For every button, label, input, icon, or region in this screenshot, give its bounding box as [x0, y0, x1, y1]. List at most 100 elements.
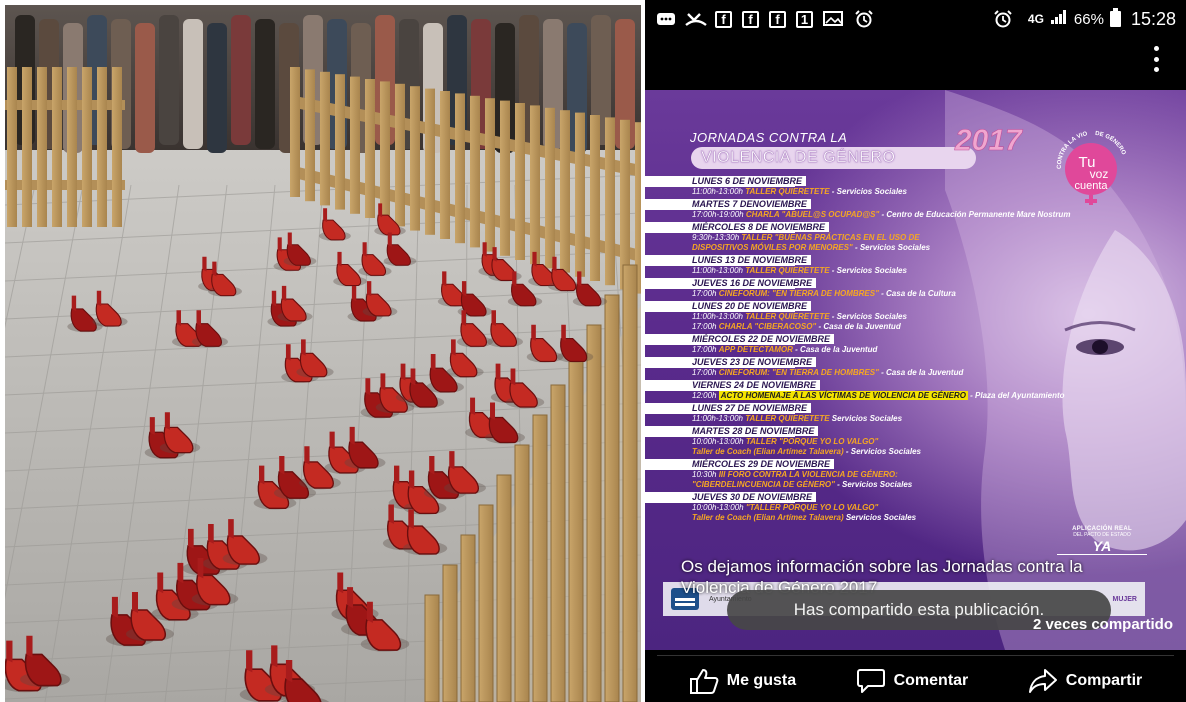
event-name: TALLER QUIERETETE	[745, 414, 830, 423]
fence-picket	[560, 110, 570, 273]
crowd-person	[255, 19, 275, 149]
event-date: MARTES 7 DENOVIEMBRE	[645, 199, 811, 210]
event-list: LUNES 6 DE NOVIEMBRE 11:00h-13:00h TALLER…	[645, 176, 1186, 525]
comment-button[interactable]: Comentar	[856, 668, 968, 694]
photo-red-shoes-installation	[5, 5, 641, 702]
event-date: MIÉRCOLES 22 DE NOVIEMBRE	[645, 334, 835, 345]
shoe-heel	[408, 470, 415, 490]
event-detail-line: 11:00h-13:00h TALLER QUIERETETE - Servic…	[645, 266, 1186, 276]
event-time: 10:00h-13:00h	[692, 437, 744, 446]
crowd-person	[159, 15, 179, 145]
event-date: LUNES 27 DE NOVIEMBRE	[645, 403, 812, 414]
shoe-heel	[188, 528, 194, 549]
event-place: - Servicios Sociales	[837, 480, 913, 489]
shoe-heel	[259, 465, 265, 485]
fence-picket	[568, 354, 584, 702]
share-arrow-icon	[1028, 668, 1058, 694]
event-name: CINEFORUM: "EN TIERRA DE HOMBRES"	[718, 368, 879, 377]
event-date-text: LUNES 13 DE NOVIEMBRE	[692, 255, 812, 265]
chat-icon	[655, 10, 677, 28]
event-name: "CIBERDELINCUENCIA DE GÉNERO"	[692, 480, 835, 489]
red-shoes-illustration	[5, 5, 641, 702]
event-date-text: MARTES 7 DENOVIEMBRE	[692, 199, 811, 209]
crowd-person	[207, 23, 227, 153]
fence-picket	[67, 67, 77, 227]
event-date: MIÉRCOLES 29 DE NOVIEMBRE	[645, 459, 835, 470]
fence-picket	[440, 91, 450, 239]
shoe-heel	[301, 339, 306, 356]
event-detail-line: Taller de Coach (Elian Artímez Talavera)…	[645, 513, 1186, 523]
event-item: JUEVES 16 DE NOVIEMBRE 17:00h CINEFORUM: …	[645, 278, 1186, 299]
shoe-heel	[482, 242, 487, 257]
event-name: CINEFORUM: "EN TIERRA DE HOMBRES"	[718, 289, 879, 298]
shoe-heel	[71, 295, 77, 312]
shoe-heel	[279, 455, 285, 475]
shoe-heel	[387, 232, 392, 247]
fence-picket	[460, 534, 476, 702]
facebook-icon: f	[715, 10, 732, 28]
fence-picket	[22, 67, 32, 227]
fence-picket	[545, 107, 555, 269]
event-date: JUEVES 23 DE NOVIEMBRE	[645, 357, 817, 368]
event-item: LUNES 27 DE NOVIEMBRE 11:00h-13:00h TALLE…	[645, 403, 1186, 424]
shoe-heel	[111, 596, 118, 618]
event-date: LUNES 6 DE NOVIEMBRE	[645, 176, 807, 187]
shoe-heel	[510, 368, 516, 386]
share-count[interactable]: 2 veces compartido	[1033, 616, 1173, 633]
fence-picket	[350, 76, 360, 214]
shoe-heel	[430, 353, 436, 371]
fence-picket	[515, 103, 525, 260]
event-item: MARTES 7 DENOVIEMBRE 17:00h-19:00h CHARLA…	[645, 199, 1186, 220]
crowd-person	[135, 23, 155, 153]
event-place: Servicios Sociales	[831, 414, 903, 423]
more-options-icon[interactable]	[1146, 46, 1166, 72]
fence-picket	[425, 88, 435, 235]
poster-year: 2017	[955, 124, 1022, 158]
event-place: - Casa de la Juventud	[818, 322, 901, 331]
shoe-heel	[26, 635, 33, 658]
like-label: Me gusta	[726, 672, 797, 689]
shoe-heel	[176, 310, 181, 326]
event-name: TALLER "PORQUE YO LO VALGO"	[745, 437, 879, 446]
event-date: LUNES 20 DE NOVIEMBRE	[645, 301, 812, 312]
shoe-heel	[337, 572, 344, 594]
fence-picket	[586, 324, 602, 702]
status-bar: f f f 1 4G 66% 15:28	[645, 0, 1186, 38]
event-detail-line: 12:00h ACTO HOMENAJE A LAS VÍCTIMAS DE V…	[645, 391, 1186, 401]
event-time: 17:00h	[692, 345, 717, 354]
thumbs-up-icon	[689, 668, 719, 694]
event-date: MARTES 28 DE NOVIEMBRE	[645, 426, 819, 437]
shoe-heel	[577, 271, 582, 287]
share-button[interactable]: Compartir	[1028, 668, 1142, 694]
fence-picket	[590, 115, 600, 281]
shoe-heel	[561, 324, 566, 341]
shoe-heel	[429, 455, 435, 475]
fence-picket	[470, 95, 480, 248]
fence-picket	[97, 67, 107, 227]
event-place: - Servicios Sociales	[854, 243, 931, 252]
event-time: 9:30h-13:30h	[692, 233, 740, 242]
event-item: JUEVES 30 DE NOVIEMBRE 10:00h-13:00h "TAL…	[645, 492, 1186, 523]
fence-picket	[335, 74, 345, 210]
event-detail-line: 17:00h CINEFORUM: "EN TIERRA DE HOMBRES"…	[645, 289, 1186, 299]
shoe-heel	[96, 290, 102, 307]
event-date-text: MARTES 28 DE NOVIEMBRE	[692, 426, 819, 436]
event-item: LUNES 6 DE NOVIEMBRE 11:00h-13:00h TALLER…	[645, 176, 1186, 197]
event-item: MIÉRCOLES 29 DE NOVIEMBRE 10:30h III FORO…	[645, 459, 1186, 490]
fence-picket	[605, 117, 615, 286]
event-name: DISPOSITIVOS MÓVILES POR MENORES"	[692, 243, 853, 252]
event-date-text: MIÉRCOLES 8 DE NOVIEMBRE	[692, 222, 830, 232]
shoe-heel	[394, 465, 400, 485]
poster-title-line2: VIOLENCIA DE GÉNERO	[691, 147, 976, 169]
share-label: Compartir	[1065, 672, 1143, 689]
shoe-heel	[177, 562, 184, 584]
event-time: 10:00h-13:00h	[692, 503, 744, 512]
crowd-person	[183, 19, 203, 149]
event-name: TALLER QUIERETETE	[745, 312, 830, 321]
like-button[interactable]: Me gusta	[689, 668, 796, 694]
gallery-icon	[823, 10, 845, 28]
event-name: CHARLA "ABUEL@S OCUPAD@S"	[745, 210, 880, 219]
shoe-heel	[349, 426, 355, 445]
event-item: LUNES 13 DE NOVIEMBRE 11:00h-13:00h TALLE…	[645, 255, 1186, 276]
fence-picket	[52, 67, 62, 227]
